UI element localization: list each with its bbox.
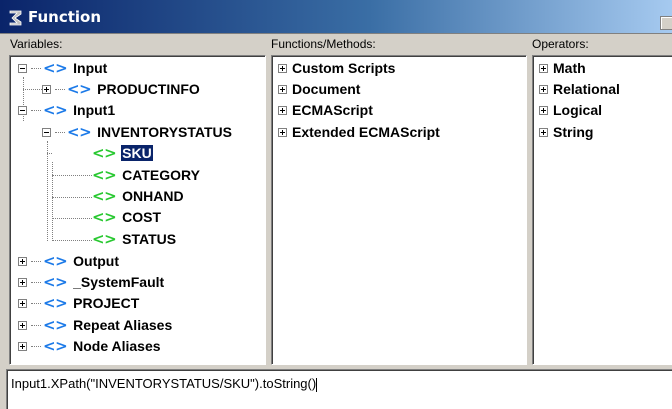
xml-attribute-icon: <> (92, 186, 117, 205)
operators-item[interactable]: Logical (539, 100, 603, 120)
variables-tree[interactable]: <> Input <> PRODUCTINFO <> Input1 <> INV… (9, 55, 266, 365)
expand-icon[interactable] (18, 320, 27, 330)
functions-item[interactable]: ECMAScript (278, 100, 374, 120)
xml-element-icon: <> (43, 272, 68, 291)
tree-node-project[interactable]: <> PROJECT (18, 293, 140, 313)
tree-node-inventorystatus[interactable]: <> INVENTORYSTATUS (42, 122, 233, 142)
xml-element-icon: <> (67, 79, 92, 98)
tree-node-input1[interactable]: <> Input1 (18, 100, 116, 120)
tree-node-label: COST (122, 209, 162, 225)
expand-icon[interactable] (539, 105, 548, 115)
tree-node-label: CATEGORY (122, 167, 200, 183)
expand-icon[interactable] (278, 105, 287, 115)
function-icon (9, 10, 22, 26)
tree-node-input[interactable]: <> Input (18, 58, 108, 78)
operators-item-label: String (553, 124, 594, 140)
operators-item[interactable]: Relational (539, 79, 621, 99)
variables-label: Variables: (10, 37, 63, 51)
expression-value: Input1.XPath("INVENTORYSTATUS/SKU").toSt… (11, 376, 317, 391)
functions-item-label: Extended ECMAScript (292, 124, 440, 140)
functions-item[interactable]: Custom Scripts (278, 58, 396, 78)
expand-icon[interactable] (278, 84, 287, 94)
expand-icon[interactable] (42, 84, 51, 94)
operators-item-label: Relational (553, 81, 620, 97)
expand-icon[interactable] (539, 63, 548, 73)
window-title: Function (28, 8, 102, 26)
tree-node-label: Output (73, 253, 120, 269)
functions-item-label: Custom Scripts (292, 60, 396, 76)
xml-element-icon: <> (43, 58, 68, 77)
expand-icon[interactable] (539, 84, 548, 94)
tree-node-status[interactable]: <> STATUS (92, 229, 177, 249)
tree-node-label: Repeat Aliases (73, 317, 173, 333)
xml-element-icon: <> (43, 315, 68, 334)
operators-item-label: Logical (553, 102, 603, 118)
expression-text: Input1.XPath("INVENTORYSTATUS/SKU").toSt… (11, 376, 318, 392)
expression-editor[interactable]: Input1.XPath("INVENTORYSTATUS/SKU").toSt… (6, 369, 672, 409)
functions-item-label: ECMAScript (292, 102, 373, 118)
expand-icon[interactable] (539, 127, 548, 137)
expand-icon[interactable] (278, 63, 287, 73)
expand-icon[interactable] (18, 298, 27, 308)
xml-element-icon: <> (43, 100, 68, 119)
xml-element-icon: <> (43, 293, 68, 312)
title-bar: Function (0, 0, 672, 34)
operators-item-label: Math (553, 60, 586, 76)
tree-node-output[interactable]: <> Output (18, 251, 120, 271)
functions-item-label: Document (292, 81, 361, 97)
functions-tree[interactable]: Custom Scripts Document ECMAScript Exten… (271, 55, 527, 365)
tree-node-label: PROJECT (73, 295, 140, 311)
tree-node-label: STATUS (122, 231, 177, 247)
tree-node-onhand[interactable]: <> ONHAND (92, 186, 185, 206)
functions-item[interactable]: Extended ECMAScript (278, 122, 441, 142)
expand-icon[interactable] (278, 127, 287, 137)
tree-node-label: Input (73, 60, 108, 76)
xml-element-icon: <> (43, 251, 68, 270)
xml-attribute-icon: <> (92, 207, 117, 226)
operators-item[interactable]: String (539, 122, 594, 142)
functions-item[interactable]: Document (278, 79, 361, 99)
expand-icon[interactable] (18, 341, 27, 351)
xml-attribute-icon: <> (92, 165, 117, 184)
tree-node-label: Node Aliases (73, 338, 161, 354)
tree-node-label: _SystemFault (73, 274, 165, 290)
tree-node-productinfo[interactable]: <> PRODUCTINFO (42, 79, 201, 99)
xml-attribute-icon: <> (92, 143, 117, 162)
tree-node-label: PRODUCTINFO (97, 81, 200, 97)
xml-attribute-icon: <> (92, 229, 117, 248)
tree-node-repeat-aliases[interactable]: <> Repeat Aliases (18, 315, 173, 335)
tree-node-cost[interactable]: <> COST (92, 207, 162, 227)
tree-node-label: Input1 (73, 102, 116, 118)
close-button[interactable] (660, 16, 672, 30)
xml-element-icon: <> (43, 336, 68, 355)
tree-node-category[interactable]: <> CATEGORY (92, 165, 201, 185)
tree-node-systemfault[interactable]: <> _SystemFault (18, 272, 165, 292)
operators-label: Operators: (532, 37, 589, 51)
operators-tree[interactable]: Math Relational Logical String (532, 55, 672, 365)
xml-element-icon: <> (67, 122, 92, 141)
tree-node-label: ONHAND (122, 188, 184, 204)
operators-item[interactable]: Math (539, 58, 587, 78)
collapse-icon[interactable] (42, 127, 51, 137)
expand-icon[interactable] (18, 256, 27, 266)
collapse-icon[interactable] (18, 63, 27, 73)
tree-node-label: SKU (121, 145, 153, 161)
tree-node-label: INVENTORYSTATUS (97, 124, 232, 140)
tree-node-node-aliases[interactable]: <> Node Aliases (18, 336, 162, 356)
expand-icon[interactable] (18, 277, 27, 287)
text-caret (316, 377, 318, 392)
functions-label: Functions/Methods: (271, 37, 376, 51)
collapse-icon[interactable] (18, 105, 27, 115)
tree-node-sku[interactable]: <> SKU (92, 143, 153, 163)
